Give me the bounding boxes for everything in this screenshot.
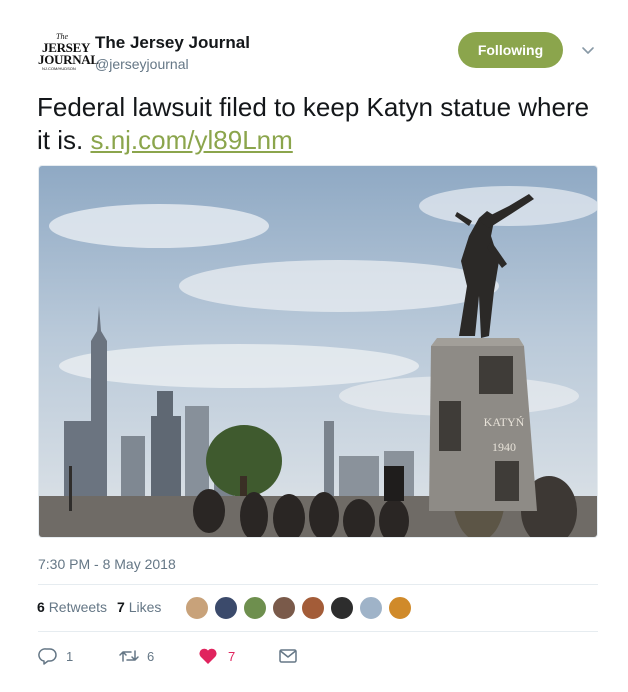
divider-bottom bbox=[38, 631, 598, 632]
like-action[interactable]: 7 bbox=[198, 645, 235, 667]
plinth-text-1: KATYŃ bbox=[484, 415, 525, 429]
tweet-timestamp[interactable]: 7:30 PM - 8 May 2018 bbox=[38, 556, 176, 572]
avatar[interactable] bbox=[359, 596, 383, 620]
jersey-journal-logo[interactable]: The JERSEY JOURNAL NJ.COM/HUDSON bbox=[36, 33, 99, 73]
account-handle[interactable]: @jerseyjournal bbox=[95, 56, 189, 72]
avatar[interactable] bbox=[214, 596, 238, 620]
logo-small: NJ.COM/HUDSON bbox=[42, 66, 76, 71]
heart-icon bbox=[198, 647, 218, 665]
likes-stat[interactable]: 7 Likes bbox=[117, 599, 161, 615]
retweet-action[interactable]: 6 bbox=[118, 645, 154, 667]
divider-top bbox=[38, 584, 598, 585]
tweet-photo[interactable]: KATYŃ 1940 bbox=[38, 165, 598, 538]
retweet-icon bbox=[118, 647, 140, 665]
like-count: 7 bbox=[228, 648, 236, 664]
account-name[interactable]: The Jersey Journal bbox=[95, 33, 250, 53]
avatar[interactable] bbox=[185, 596, 209, 620]
avatar[interactable] bbox=[243, 596, 267, 620]
tweet-text: Federal lawsuit filed to keep Katyn stat… bbox=[37, 91, 597, 157]
plinth-text-2: 1940 bbox=[492, 440, 516, 454]
chevron-down-icon[interactable] bbox=[580, 42, 596, 58]
retweets-count: 6 bbox=[37, 599, 45, 615]
following-button[interactable]: Following bbox=[458, 32, 563, 68]
direct-message-action[interactable] bbox=[278, 645, 298, 667]
avatar[interactable] bbox=[301, 596, 325, 620]
avatar[interactable] bbox=[272, 596, 296, 620]
avatar[interactable] bbox=[330, 596, 354, 620]
tweet-link[interactable]: s.nj.com/yl89Lnm bbox=[90, 125, 292, 155]
reply-icon bbox=[38, 647, 58, 665]
envelope-icon bbox=[278, 648, 298, 664]
avatar[interactable] bbox=[388, 596, 412, 620]
reply-action[interactable]: 1 bbox=[38, 645, 73, 667]
retweets-stat[interactable]: 6 Retweets bbox=[37, 599, 107, 615]
katyn-statue-photo: KATYŃ 1940 bbox=[39, 166, 597, 537]
likes-count: 7 bbox=[117, 599, 125, 615]
liker-avatars bbox=[185, 596, 417, 622]
retweet-count: 6 bbox=[147, 648, 155, 664]
retweets-label: Retweets bbox=[48, 599, 108, 615]
logo-line-2: JOURNAL bbox=[38, 52, 99, 67]
likes-label: Likes bbox=[128, 599, 162, 615]
reply-count: 1 bbox=[66, 648, 74, 664]
